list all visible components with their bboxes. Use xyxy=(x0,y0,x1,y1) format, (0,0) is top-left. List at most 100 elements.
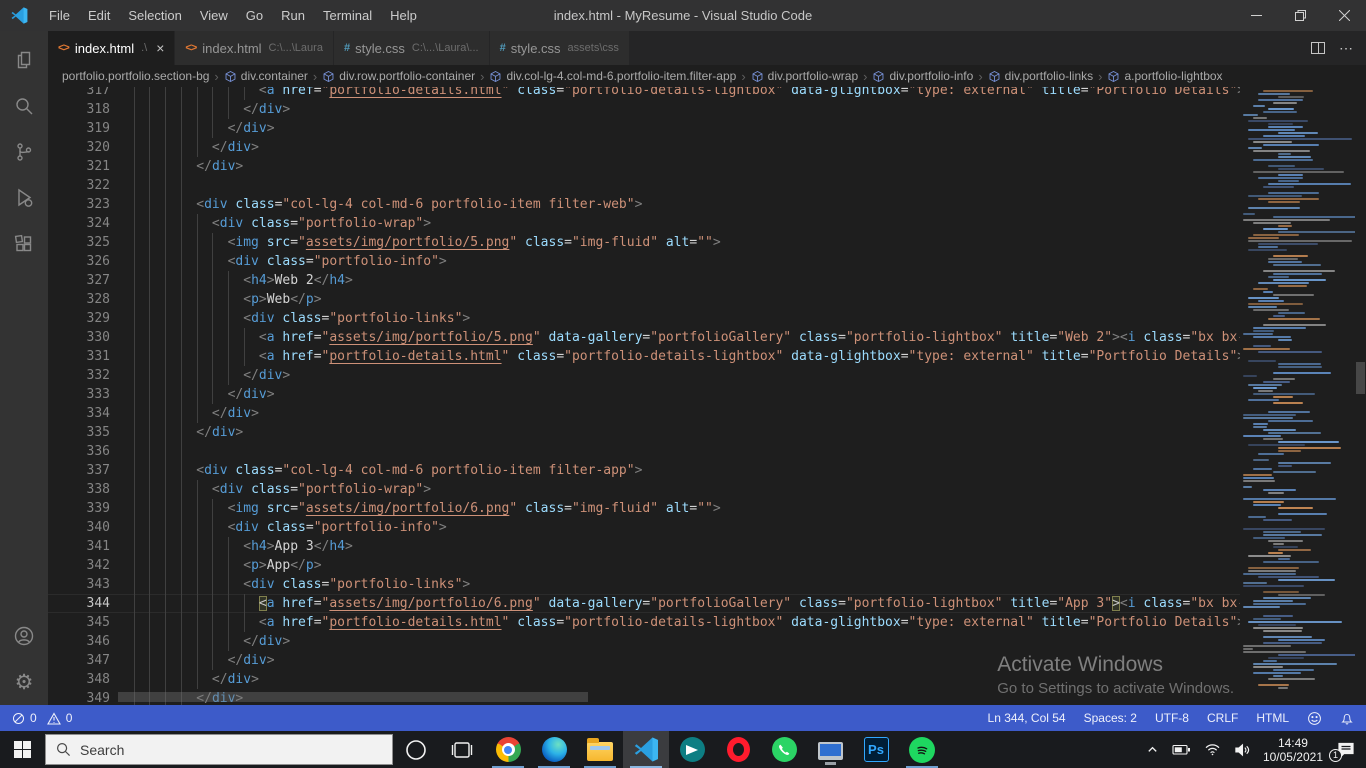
taskbar-search-input[interactable]: Search xyxy=(45,734,393,765)
accounts-icon[interactable] xyxy=(0,613,48,659)
code-line-332[interactable]: 332 </div> xyxy=(48,366,1240,385)
more-actions-icon[interactable]: ⋯ xyxy=(1339,40,1354,57)
split-editor-icon[interactable] xyxy=(1311,42,1325,54)
code-line-324[interactable]: 324 <div class="portfolio-wrap"> xyxy=(48,214,1240,233)
eol-setting[interactable]: CRLF xyxy=(1207,711,1238,725)
code-line-335[interactable]: 335 </div> xyxy=(48,423,1240,442)
language-mode[interactable]: HTML xyxy=(1256,711,1289,725)
photoshop-button[interactable]: Ps xyxy=(853,731,899,768)
code-line-339[interactable]: 339 <img src="assets/img/portfolio/6.png… xyxy=(48,499,1240,518)
close-button[interactable] xyxy=(1322,0,1366,31)
teal-app-button[interactable] xyxy=(669,731,715,768)
cortana-button[interactable] xyxy=(393,731,439,768)
code-line-331[interactable]: 331 <a href="portfolio-details.html" cla… xyxy=(48,347,1240,366)
code-line-338[interactable]: 338 <div class="portfolio-wrap"> xyxy=(48,480,1240,499)
code-line-328[interactable]: 328 <p>Web</p> xyxy=(48,290,1240,309)
network-pc-button[interactable] xyxy=(807,731,853,768)
chrome-button[interactable] xyxy=(485,731,531,768)
code-line-341[interactable]: 341 <h4>App 3</h4> xyxy=(48,537,1240,556)
action-center-button[interactable]: 1 xyxy=(1329,741,1356,762)
code-line-348[interactable]: 348 </div> xyxy=(48,670,1240,689)
whatsapp-button[interactable] xyxy=(761,731,807,768)
code-line-330[interactable]: 330 <a href="assets/img/portfolio/5.png"… xyxy=(48,328,1240,347)
breadcrumb-item-2[interactable]: div.container xyxy=(224,69,308,83)
extensions-icon[interactable] xyxy=(0,221,48,267)
indentation-setting[interactable]: Spaces: 2 xyxy=(1084,711,1137,725)
breadcrumb-item-7[interactable]: div.portfolio-links xyxy=(988,69,1093,83)
menu-terminal[interactable]: Terminal xyxy=(314,0,381,31)
code-line-319[interactable]: 319 </div> xyxy=(48,119,1240,138)
tray-chevron-icon[interactable] xyxy=(1146,743,1159,756)
code-line-323[interactable]: 323 <div class="col-lg-4 col-md-6 portfo… xyxy=(48,195,1240,214)
code-line-333[interactable]: 333 </div> xyxy=(48,385,1240,404)
run-debug-icon[interactable] xyxy=(0,175,48,221)
code-line-318[interactable]: 318 </div> xyxy=(48,100,1240,119)
horizontal-scrollbar-thumb[interactable] xyxy=(118,692,588,702)
code-line-346[interactable]: 346 </div> xyxy=(48,632,1240,651)
vertical-scrollbar[interactable] xyxy=(1355,87,1366,705)
menu-run[interactable]: Run xyxy=(272,0,314,31)
vertical-scrollbar-thumb[interactable] xyxy=(1356,362,1365,394)
code-line-345[interactable]: 345 <a href="portfolio-details.html" cla… xyxy=(48,613,1240,632)
code-line-321[interactable]: 321 </div> xyxy=(48,157,1240,176)
breadcrumb-item-1[interactable]: portfolio.portfolio.section-bg xyxy=(62,69,209,83)
code-line-336[interactable]: 336 xyxy=(48,442,1240,461)
tab-style-css-4[interactable]: # style.css assets\css xyxy=(489,31,630,65)
battery-icon[interactable] xyxy=(1172,743,1191,756)
breadcrumb-item-5[interactable]: div.portfolio-wrap xyxy=(751,69,858,83)
search-icon[interactable] xyxy=(0,83,48,129)
code-area[interactable]: 317 <a href="portfolio-details.html" cla… xyxy=(48,87,1240,705)
breadcrumb-item-8[interactable]: a.portfolio-lightbox xyxy=(1107,69,1223,83)
file-encoding[interactable]: UTF-8 xyxy=(1155,711,1189,725)
menu-edit[interactable]: Edit xyxy=(79,0,119,31)
menu-go[interactable]: Go xyxy=(237,0,272,31)
code-line-329[interactable]: 329 <div class="portfolio-links"> xyxy=(48,309,1240,328)
cursor-position[interactable]: Ln 344, Col 54 xyxy=(988,711,1066,725)
vscode-button[interactable] xyxy=(623,731,669,768)
settings-gear-icon[interactable]: ⚙ xyxy=(0,659,48,705)
start-button[interactable] xyxy=(0,731,45,768)
explorer-icon[interactable] xyxy=(0,37,48,83)
breadcrumb-item-3[interactable]: div.row.portfolio-container xyxy=(322,69,475,83)
code-line-320[interactable]: 320 </div> xyxy=(48,138,1240,157)
menu-view[interactable]: View xyxy=(191,0,237,31)
wifi-icon[interactable] xyxy=(1204,743,1221,756)
code-line-340[interactable]: 340 <div class="portfolio-info"> xyxy=(48,518,1240,537)
code-editor[interactable]: 317 <a href="portfolio-details.html" cla… xyxy=(48,87,1366,705)
code-line-342[interactable]: 342 <p>App</p> xyxy=(48,556,1240,575)
file-explorer-button[interactable] xyxy=(577,731,623,768)
spotify-button[interactable] xyxy=(899,731,945,768)
notifications-bell-icon[interactable] xyxy=(1340,711,1354,726)
breadcrumb-item-4[interactable]: div.col-lg-4.col-md-6.portfolio-item.fil… xyxy=(489,69,736,83)
code-line-334[interactable]: 334 </div> xyxy=(48,404,1240,423)
taskbar-clock[interactable]: 14:49 10/05/2021 xyxy=(1263,736,1323,764)
tab-index-html-2[interactable]: <> index.html C:\...\Laura xyxy=(175,31,334,65)
edge-button[interactable] xyxy=(531,731,577,768)
code-line-317[interactable]: 317 <a href="portfolio-details.html" cla… xyxy=(48,87,1240,100)
minimap[interactable] xyxy=(1240,87,1355,705)
menu-selection[interactable]: Selection xyxy=(119,0,190,31)
volume-icon[interactable] xyxy=(1234,743,1250,757)
code-line-337[interactable]: 337 <div class="col-lg-4 col-md-6 portfo… xyxy=(48,461,1240,480)
problems-indicator[interactable]: 0 0 xyxy=(12,711,72,725)
menu-file[interactable]: File xyxy=(40,0,79,31)
code-line-322[interactable]: 322 xyxy=(48,176,1240,195)
code-line-347[interactable]: 347 </div> xyxy=(48,651,1240,670)
opera-button[interactable] xyxy=(715,731,761,768)
restore-button[interactable] xyxy=(1278,0,1322,31)
code-line-326[interactable]: 326 <div class="portfolio-info"> xyxy=(48,252,1240,271)
source-control-icon[interactable] xyxy=(0,129,48,175)
menu-help[interactable]: Help xyxy=(381,0,426,31)
tab-index-html-1[interactable]: <> index.html .\ × xyxy=(48,31,176,65)
breadcrumb-item-6[interactable]: div.portfolio-info xyxy=(872,69,973,83)
code-line-327[interactable]: 327 <h4>Web 2</h4> xyxy=(48,271,1240,290)
minimize-button[interactable] xyxy=(1234,0,1278,31)
code-line-343[interactable]: 343 <div class="portfolio-links"> xyxy=(48,575,1240,594)
code-line-325[interactable]: 325 <img src="assets/img/portfolio/5.png… xyxy=(48,233,1240,252)
feedback-smiley-icon[interactable] xyxy=(1307,711,1322,726)
minimap-line xyxy=(1273,102,1297,104)
tab-close-icon[interactable]: × xyxy=(156,41,164,55)
task-view-button[interactable] xyxy=(439,731,485,768)
code-line-344[interactable]: 344 <a href="assets/img/portfolio/6.png"… xyxy=(48,594,1240,613)
tab-style-css-3[interactable]: # style.css C:\...\Laura\... xyxy=(333,31,490,65)
